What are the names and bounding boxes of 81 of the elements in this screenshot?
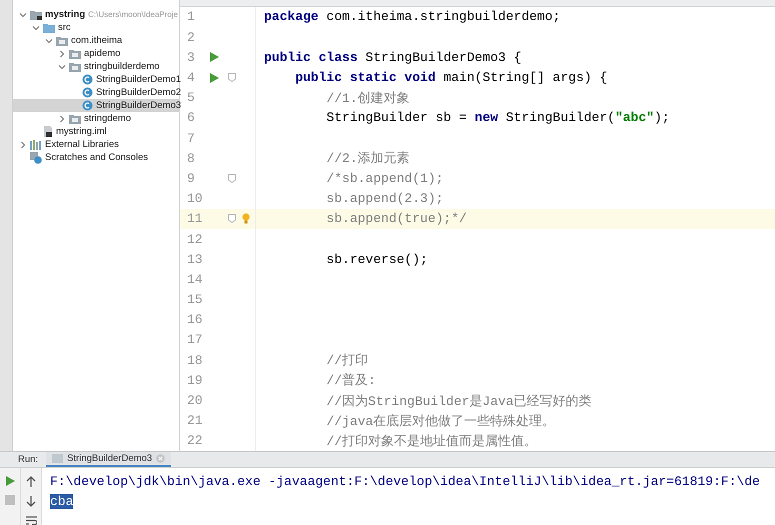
class-icon [82, 74, 93, 85]
tree-item[interactable]: External Libraries [13, 138, 179, 151]
line-number: 1 [186, 9, 196, 24]
lightbulb-icon[interactable] [242, 213, 250, 224]
code-line: //1.创建对象 [325, 90, 410, 107]
line-number: 15 [186, 292, 204, 308]
line-number: 17 [186, 332, 204, 348]
line-number: 2 [186, 30, 196, 45]
module-folder-icon [30, 10, 42, 20]
chevron-right-icon[interactable] [58, 114, 66, 122]
code-line: //打印对象不是地址值而是属性值。 [325, 432, 538, 450]
folder-icon [56, 36, 68, 46]
code-line: package com.itheima.stringbuilderdemo; [264, 9, 560, 24]
folder-icon [69, 48, 81, 58]
code-line: sb.reverse(); [325, 252, 428, 267]
code-line: //普及: [325, 372, 376, 390]
code-line: sb.append(2.3); [325, 191, 444, 206]
folder-icon [43, 22, 55, 32]
line-number: 5 [186, 90, 196, 106]
run-label: Run: [18, 454, 38, 465]
tree-item[interactable]: src [13, 21, 179, 34]
line-number: 13 [186, 252, 204, 267]
tree-item[interactable]: com.itheima [13, 34, 179, 47]
folder-icon [69, 62, 81, 72]
arrow-up-icon[interactable] [26, 476, 36, 487]
tree-item[interactable]: mystring.iml [13, 125, 179, 138]
line-number: 22 [186, 433, 204, 448]
code-line: //java在底层对他做了一些特殊处理。 [325, 412, 556, 430]
chevron-right-icon[interactable] [19, 140, 27, 148]
code-line: /*sb.append(1); [325, 170, 444, 186]
tree-item[interactable]: stringbuilderdemo [13, 60, 179, 73]
tree-item[interactable]: stringdemo [13, 112, 179, 125]
chevron-down-icon[interactable] [58, 62, 66, 70]
scratches-icon [30, 152, 42, 164]
line-number: 21 [186, 413, 204, 428]
file-icon [52, 454, 64, 463]
tree-item[interactable]: StringBuilderDemo2 [13, 86, 179, 99]
console-output: cba [50, 494, 74, 508]
arrow-down-icon[interactable] [26, 496, 36, 507]
chevron-down-icon[interactable] [45, 36, 53, 44]
line-number: 11 [186, 211, 204, 226]
run-icon[interactable] [5, 476, 15, 486]
folder-icon [69, 114, 81, 124]
chevron-down-icon[interactable] [32, 24, 40, 32]
tree-item[interactable]: Scratches and Consoles [13, 151, 179, 164]
code-line: StringBuilder sb = new StringBuilder("abc"); [325, 110, 670, 126]
code-line: sb.append(true);*/ [325, 211, 467, 226]
console-output: F:\develop\jdk\bin\java.exe -javaagent:F:\develop\idea\IntelliJ\lib\idea_rt.jar=61819:F:\de [50, 474, 760, 488]
line-number: 3 [186, 50, 196, 65]
tree-item[interactable]: StringBuilderDemo3 [13, 99, 179, 112]
library-icon [30, 140, 42, 150]
tree-item[interactable]: StringBuilderDemo1 [13, 73, 179, 86]
line-number: 8 [186, 150, 196, 166]
tree-item[interactable]: mystring C:\Users\moon\IdeaProje [13, 8, 179, 21]
line-number: 18 [186, 352, 204, 368]
code-line: public static void main(String[] args) { [294, 70, 608, 86]
run-tab[interactable]: StringBuilderDemo3 [46, 452, 172, 467]
line-number: 6 [186, 110, 196, 126]
line-number: 9 [186, 170, 196, 186]
file-icon [43, 126, 53, 137]
line-number: 4 [186, 70, 196, 86]
line-number: 16 [186, 312, 204, 328]
line-number: 10 [186, 191, 204, 206]
code-line: //因为StringBuilder是Java已经写好的类 [325, 392, 592, 410]
class-icon [82, 87, 93, 98]
line-number: 19 [186, 372, 204, 388]
module-path: C:\Users\moon\IdeaProje [88, 10, 178, 19]
run-icon[interactable] [210, 72, 219, 83]
code-line: //打印 [325, 352, 368, 370]
line-number: 14 [186, 272, 204, 287]
chevron-down-icon[interactable] [19, 10, 27, 18]
run-icon[interactable] [210, 52, 219, 62]
code-line: //2.添加元素 [325, 150, 410, 168]
code-line: public class StringBuilderDemo3 { [264, 50, 522, 65]
tree-item[interactable]: apidemo [13, 47, 179, 60]
chevron-right-icon[interactable] [58, 50, 66, 58]
line-number: 20 [186, 393, 204, 408]
line-number: 12 [186, 232, 204, 247]
line-number: 7 [186, 130, 196, 146]
wrap-icon[interactable] [26, 516, 36, 525]
class-icon [82, 100, 93, 111]
